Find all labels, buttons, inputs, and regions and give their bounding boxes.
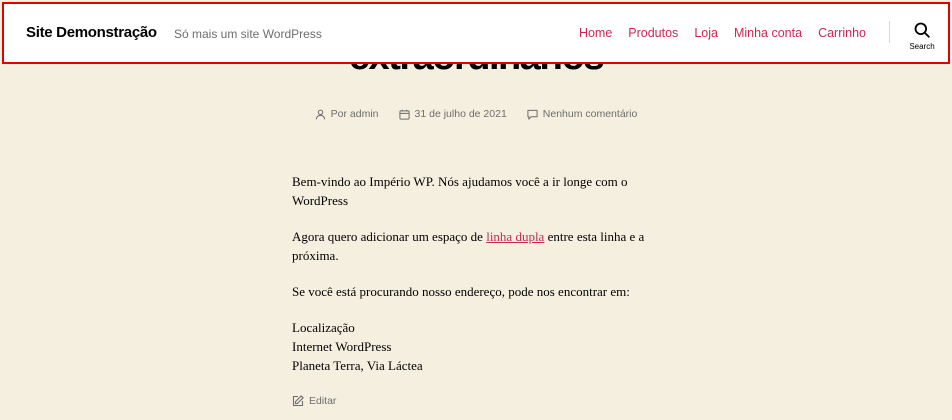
linha-dupla-link[interactable]: linha dupla — [486, 229, 544, 244]
post-author: Por admin — [315, 108, 379, 120]
user-icon — [315, 109, 325, 119]
post-date-link[interactable]: 31 de julho de 2021 — [415, 108, 507, 120]
paragraph-double-line: Agora quero adicionar um espaço de linha… — [292, 227, 652, 265]
address-line: Internet WordPress — [292, 339, 392, 354]
search-toggle-button[interactable]: Search — [908, 22, 936, 51]
primary-menu: Home Produtos Loja Minha conta Carrinho — [579, 26, 866, 40]
comment-icon — [527, 109, 538, 120]
calendar-icon — [398, 109, 410, 120]
nav-item-produtos[interactable]: Produtos — [628, 26, 678, 40]
search-icon — [914, 22, 930, 38]
address-line: Planeta Terra, Via Láctea — [292, 358, 423, 373]
address-block: Localização Internet WordPress Planeta T… — [292, 318, 652, 375]
site-header: Site Demonstração Só mais um site WordPr… — [2, 2, 950, 64]
nav-item-loja[interactable]: Loja — [694, 26, 718, 40]
header-separator — [889, 21, 890, 43]
search-label: Search — [909, 42, 935, 51]
address-line: Localização — [292, 320, 355, 335]
nav-item-home[interactable]: Home — [579, 26, 612, 40]
site-description: Só mais um site WordPress — [174, 27, 322, 41]
post-comments: Nenhum comentário — [527, 108, 638, 120]
post-meta: Por admin 31 de julho de 2021 Nenhum com… — [0, 108, 952, 120]
paragraph-text: Agora quero adicionar um espaço de — [292, 229, 487, 244]
paragraph-welcome: Bem-vindo ao Império WP. Nós ajudamos vo… — [292, 174, 628, 208]
post-content: Bem-vindo ao Império WP. Nós ajudamos vo… — [292, 172, 652, 392]
nav-item-minha-conta[interactable]: Minha conta — [734, 26, 802, 40]
post-comments-link[interactable]: Nenhum comentário — [543, 108, 638, 120]
edit-post-link[interactable]: Editar — [292, 395, 336, 407]
post-date: 31 de julho de 2021 — [398, 108, 507, 120]
edit-icon — [292, 395, 304, 407]
post-author-link[interactable]: Por admin — [331, 108, 379, 120]
paragraph-address-intro: Se você está procurando nosso endereço, … — [292, 284, 630, 299]
nav-item-carrinho[interactable]: Carrinho — [818, 26, 866, 40]
edit-label: Editar — [309, 395, 337, 407]
site-title[interactable]: Site Demonstração — [26, 24, 157, 41]
